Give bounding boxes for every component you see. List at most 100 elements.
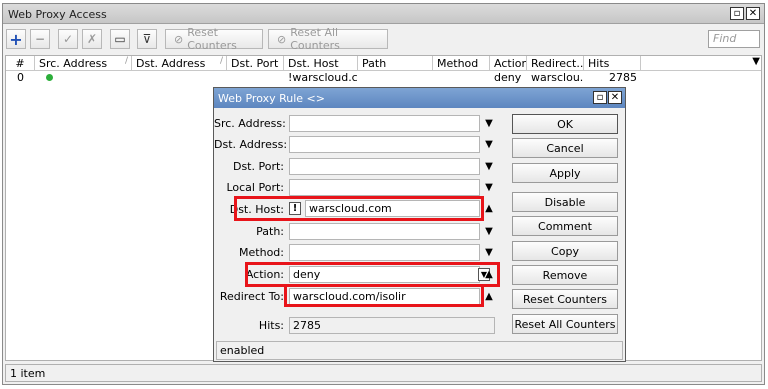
- remove-button[interactable]: Remove: [512, 265, 618, 285]
- column-hits[interactable]: Hits: [584, 56, 641, 71]
- column-num[interactable]: #: [6, 56, 35, 71]
- table-header: # Src. Address / Dst. Address / Dst. Port …: [6, 56, 761, 71]
- column-method[interactable]: Method: [433, 56, 490, 71]
- column-src-address[interactable]: Src. Address /: [35, 56, 132, 71]
- column-action[interactable]: Action: [490, 56, 527, 71]
- sort-icon: /: [219, 56, 223, 66]
- dst-port-field[interactable]: [289, 158, 480, 175]
- cell-dst-host: !warscloud.c...: [288, 71, 358, 84]
- item-count: 1 item: [10, 367, 46, 380]
- path-field[interactable]: [289, 223, 480, 240]
- not-toggle[interactable]: !: [289, 202, 301, 215]
- column-src-label: Src. Address: [39, 57, 108, 70]
- dst-address-label: Dst. Address:: [214, 138, 288, 151]
- reset-all-counters-label: Reset All Counters: [290, 26, 340, 52]
- close-button[interactable]: ✕: [746, 7, 760, 20]
- toolbar: + − ✓ ✗ ▭ ⊽ ⊘ Reset Counters ⊘ Reset All C…: [3, 26, 764, 52]
- local-port-label: Local Port:: [226, 181, 284, 194]
- close-icon: ✕: [748, 8, 758, 19]
- triangle-up-icon[interactable]: ▲: [483, 269, 495, 280]
- column-dst-address[interactable]: Dst. Address /: [132, 56, 227, 71]
- minus-icon: −: [34, 32, 46, 46]
- cell-hits: 2785: [609, 71, 637, 84]
- dst-port-label: Dst. Port:: [232, 160, 284, 173]
- cell-redirect: warsclou...: [531, 71, 584, 84]
- column-dst-host[interactable]: Dst. Host: [284, 56, 358, 71]
- enabled-status-icon: [42, 71, 62, 85]
- filter-button[interactable]: ⊽: [137, 29, 157, 49]
- close-icon: ✕: [610, 92, 620, 103]
- sort-icon: /: [124, 56, 128, 66]
- check-icon: ✓: [62, 32, 74, 46]
- triangle-down-icon[interactable]: ▼: [483, 118, 495, 129]
- copy-button[interactable]: Copy: [512, 241, 618, 261]
- dialog-titlebar[interactable]: Web Proxy Rule <> ▫ ✕: [214, 88, 625, 108]
- dst-host-label: Dst. Host:: [229, 203, 284, 216]
- src-address-field[interactable]: [289, 115, 480, 132]
- action-select[interactable]: deny: [289, 266, 480, 283]
- redirect-to-label: Redirect To:: [219, 290, 284, 303]
- reset-all-icon: ⊘: [277, 32, 287, 46]
- comment-button[interactable]: ▭: [110, 29, 130, 49]
- column-redirect[interactable]: Redirect...: [527, 56, 584, 71]
- dialog-title: Web Proxy Rule <>: [218, 92, 325, 105]
- local-port-field[interactable]: [289, 179, 480, 196]
- column-dst-label: Dst. Address: [136, 57, 206, 70]
- plus-icon: +: [9, 29, 23, 49]
- path-label: Path:: [256, 225, 284, 238]
- reset-counters-button[interactable]: ⊘ Reset Counters: [165, 26, 263, 52]
- filter-icon: ⊽: [142, 32, 152, 46]
- triangle-down-icon[interactable]: ▼: [483, 247, 495, 258]
- cross-icon: ✗: [86, 32, 98, 46]
- cell-action: deny: [494, 71, 522, 84]
- reset-icon: ⊘: [174, 32, 184, 46]
- status-bar: 1 item: [5, 364, 762, 382]
- enable-button[interactable]: ✓: [58, 29, 78, 49]
- reset-counters-button[interactable]: Reset Counters: [512, 289, 618, 309]
- triangle-down-icon[interactable]: ▼: [483, 161, 495, 172]
- reset-counters-label: Reset Counters: [187, 26, 237, 52]
- cell-num: 0: [17, 71, 24, 84]
- triangle-down-icon[interactable]: ▼: [483, 182, 495, 193]
- remove-button[interactable]: −: [30, 29, 50, 49]
- apply-button[interactable]: Apply: [512, 163, 618, 183]
- add-button[interactable]: +: [6, 29, 26, 49]
- restore-icon: ▫: [596, 92, 604, 103]
- triangle-up-icon[interactable]: ▲: [483, 291, 495, 302]
- web-proxy-rule-dialog: Web Proxy Rule <> ▫ ✕ Src. Address: ▼ Ds…: [213, 87, 626, 362]
- triangle-down-icon[interactable]: ▼: [483, 139, 495, 150]
- column-filler: ▼: [641, 56, 763, 71]
- dialog-status-bar: enabled: [216, 341, 623, 360]
- find-input[interactable]: Find: [708, 30, 760, 48]
- dialog-close-button[interactable]: ✕: [608, 91, 622, 104]
- redirect-to-field[interactable]: warscloud.com/isolir: [289, 288, 480, 305]
- restore-button[interactable]: ▫: [730, 7, 744, 20]
- dialog-restore-button[interactable]: ▫: [593, 91, 607, 104]
- restore-icon: ▫: [733, 8, 741, 19]
- ok-button[interactable]: OK: [512, 114, 618, 134]
- method-field[interactable]: [289, 244, 480, 261]
- cancel-button[interactable]: Cancel: [512, 138, 618, 158]
- column-path[interactable]: Path: [358, 56, 433, 71]
- column-menu-icon[interactable]: ▼: [752, 56, 760, 67]
- window-title: Web Proxy Access: [8, 8, 107, 21]
- action-label: Action:: [245, 268, 284, 281]
- hits-field: 2785: [289, 317, 495, 334]
- disable-button[interactable]: Disable: [512, 192, 618, 212]
- reset-all-counters-button[interactable]: ⊘ Reset All Counters: [268, 26, 388, 52]
- comment-button[interactable]: Comment: [512, 216, 618, 236]
- hits-label: Hits:: [258, 319, 284, 332]
- rule-status: enabled: [220, 344, 265, 357]
- dst-host-field[interactable]: warscloud.com: [305, 200, 480, 217]
- column-dst-port[interactable]: Dst. Port: [227, 56, 284, 71]
- triangle-down-icon[interactable]: ▼: [483, 226, 495, 237]
- table-row[interactable]: 0 !warscloud.c... deny warsclou... 2785: [6, 71, 761, 85]
- method-label: Method:: [239, 246, 284, 259]
- triangle-up-icon[interactable]: ▲: [483, 203, 495, 214]
- window-titlebar[interactable]: Web Proxy Access ▫ ✕: [3, 4, 764, 24]
- src-address-label: Src. Address:: [214, 117, 286, 130]
- disable-button[interactable]: ✗: [82, 29, 102, 49]
- dst-address-field[interactable]: [289, 136, 480, 153]
- note-icon: ▭: [114, 32, 126, 46]
- reset-all-counters-button[interactable]: Reset All Counters: [512, 314, 618, 334]
